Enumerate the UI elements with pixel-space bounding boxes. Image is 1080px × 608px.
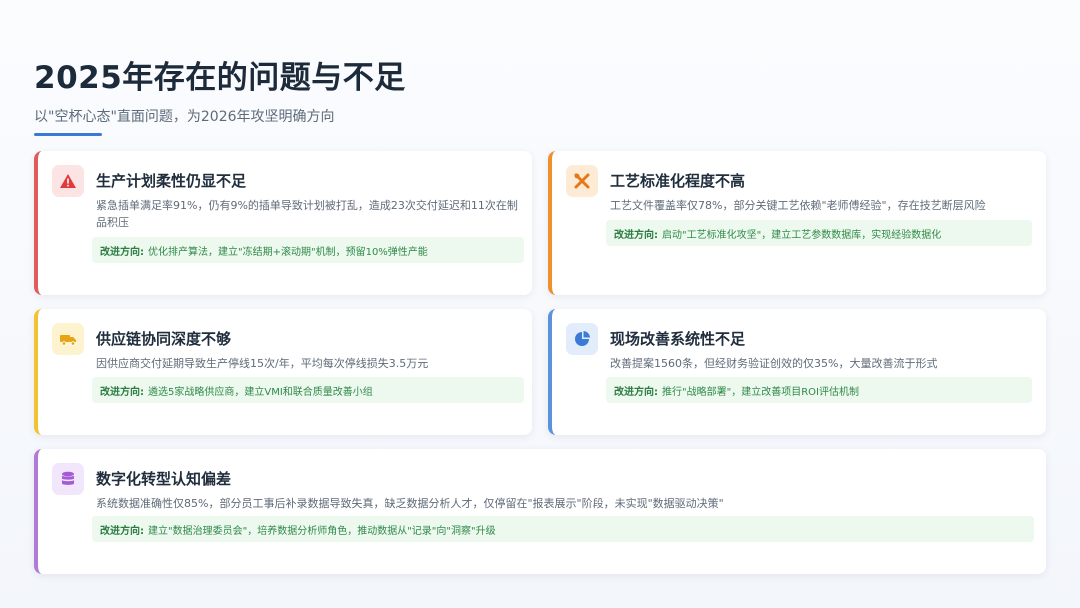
- card-description: 改善提案1560条，但经财务验证创效的仅35%，大量改善流于形式: [610, 357, 938, 370]
- card-description: 系统数据准确性仅85%，部分员工事后补录数据导致失真，缺乏数据分析人才，仅停留在…: [96, 497, 724, 510]
- card-title: 工艺标准化程度不高: [610, 172, 746, 190]
- issue-card-process-standardization: 工艺标准化程度不高 工艺文件覆盖率仅78%，部分关键工艺依赖"老师傅经验"，存在…: [548, 151, 1046, 295]
- database-icon: [52, 463, 84, 495]
- warning-icon: [52, 165, 84, 197]
- tip-label: 改进方向:: [614, 229, 658, 241]
- card-description: 紧急插单满足率91%，仍有9%的插单导致计划被打乱，造成23次交付延迟和11次在…: [96, 199, 518, 229]
- card-description: 工艺文件覆盖率仅78%，部分关键工艺依赖"老师傅经验"，存在技艺断层风险: [610, 199, 986, 212]
- page-subtitle: 以"空杯心态"直面问题，为2026年攻坚明确方向: [34, 109, 335, 125]
- tip-label: 改进方向:: [614, 386, 658, 398]
- tip-label: 改进方向:: [100, 246, 144, 258]
- tip-text: 启动"工艺标准化攻坚"，建立工艺参数数据库，实现经验数据化: [662, 229, 942, 241]
- page-title: 2025年存在的问题与不足: [34, 60, 406, 96]
- improvement-direction: 改进方向: 推行"战略部署"，建立改善项目ROI评估机制: [606, 377, 1032, 403]
- title-underline: [34, 133, 102, 136]
- issue-card-digital-transformation: 数字化转型认知偏差 系统数据准确性仅85%，部分员工事后补录数据导致失真，缺乏数…: [34, 449, 1046, 574]
- improvement-direction: 改进方向: 遴选5家战略供应商，建立VMI和联合质量改善小组: [92, 377, 524, 403]
- truck-icon: [52, 323, 84, 355]
- issue-card-onsite-improvement: 现场改善系统性不足 改善提案1560条，但经财务验证创效的仅35%，大量改善流于…: [548, 309, 1046, 435]
- issue-card-supply-chain: 供应链协同深度不够 因供应商交付延期导致生产停线15次/年，平均每次停线损失3.…: [34, 309, 532, 435]
- card-title: 生产计划柔性仍显不足: [96, 172, 247, 190]
- tip-text: 建立"数据治理委员会"，培养数据分析师角色，推动数据从"记录"向"洞察"升级: [148, 525, 496, 537]
- improvement-direction: 改进方向: 建立"数据治理委员会"，培养数据分析师角色，推动数据从"记录"向"洞…: [92, 516, 1034, 542]
- card-description: 因供应商交付延期导致生产停线15次/年，平均每次停线损失3.5万元: [96, 357, 429, 370]
- card-title: 供应链协同深度不够: [96, 330, 232, 348]
- pie-chart-icon: [566, 323, 598, 355]
- improvement-direction: 改进方向: 启动"工艺标准化攻坚"，建立工艺参数数据库，实现经验数据化: [606, 220, 1032, 246]
- card-title: 现场改善系统性不足: [610, 330, 746, 348]
- improvement-direction: 改进方向: 优化排产算法，建立"冻结期+滚动期"机制，预留10%弹性产能: [92, 237, 524, 263]
- tip-text: 推行"战略部署"，建立改善项目ROI评估机制: [662, 386, 859, 398]
- issue-card-production-plan: 生产计划柔性仍显不足 紧急插单满足率91%，仍有9%的插单导致计划被打乱，造成2…: [34, 151, 532, 295]
- tools-icon: [566, 165, 598, 197]
- tip-text: 遴选5家战略供应商，建立VMI和联合质量改善小组: [148, 386, 373, 398]
- card-title: 数字化转型认知偏差: [96, 470, 232, 488]
- tip-label: 改进方向:: [100, 386, 144, 398]
- tip-text: 优化排产算法，建立"冻结期+滚动期"机制，预留10%弹性产能: [148, 246, 428, 258]
- tip-label: 改进方向:: [100, 525, 144, 537]
